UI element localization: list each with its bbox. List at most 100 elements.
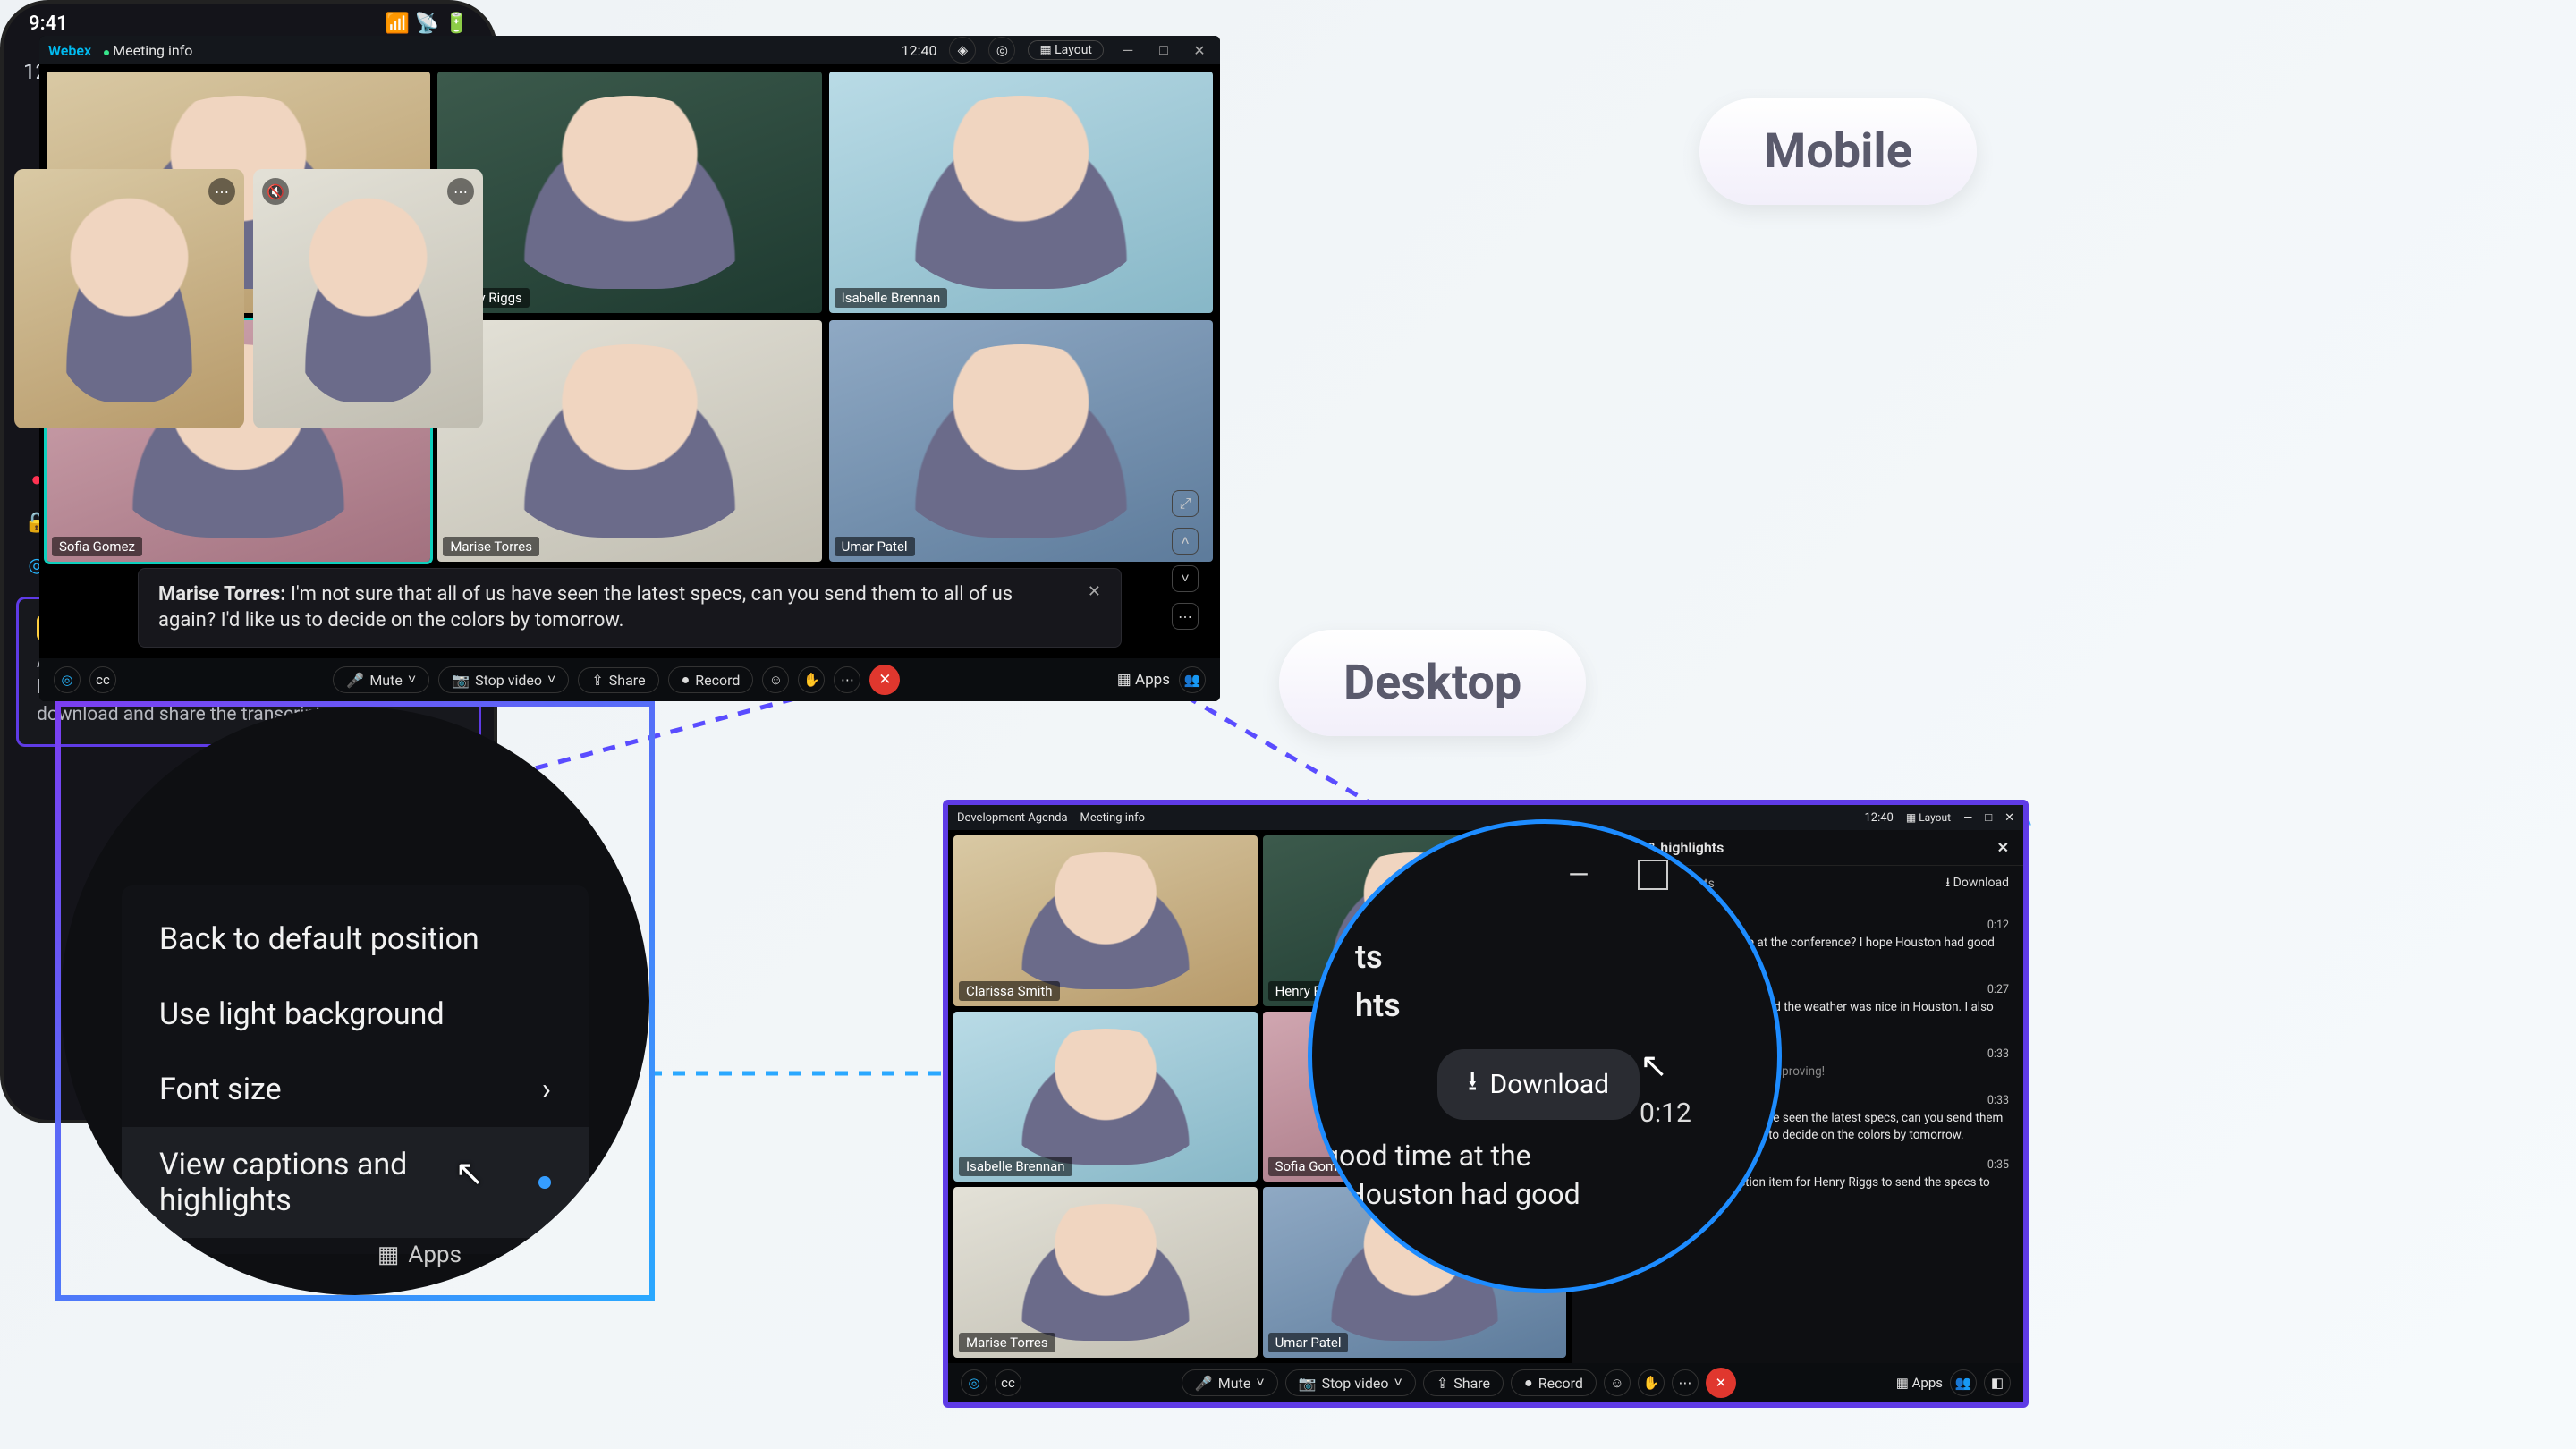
cursor-icon: ↖: [454, 1152, 485, 1194]
video-tile[interactable]: Marise Torres: [437, 320, 821, 562]
muted-icon: 🔇: [262, 178, 289, 205]
stop-video-button[interactable]: 📷 Stop video ˅: [1285, 1369, 1416, 1396]
menu-view-captions-highlights[interactable]: View captions and highlights: [122, 1127, 589, 1238]
video-tile[interactable]: Umar Patel: [829, 320, 1213, 562]
tab-partial: hts: [1355, 987, 1741, 1024]
caption-text: I'm not sure that all of us have seen th…: [158, 583, 1013, 632]
mute-button[interactable]: 🎤 Mute ˅: [333, 666, 429, 693]
more-options-icon[interactable]: ⋯: [834, 666, 860, 693]
reactions-icon[interactable]: ☺: [1604, 1369, 1631, 1396]
cc-toggle-icon[interactable]: cc: [89, 666, 116, 693]
record-button[interactable]: ● Record: [1511, 1369, 1597, 1396]
participant-name: Isabelle Brennan: [959, 1157, 1072, 1176]
download-button-zoom: — ✕ ts hts ⭳ Download ↖ 0:12 good time a…: [1308, 819, 1782, 1293]
panels-icon[interactable]: ◧: [1984, 1369, 2011, 1396]
transcript-timestamp: 0:12: [1640, 1097, 1691, 1129]
video-tile[interactable]: ⋯: [14, 169, 244, 428]
meeting-toolbar: ◎ cc 🎤 Mute ˅ 📷 Stop video ˅ ⇪ Share ● R…: [39, 658, 1220, 701]
menu-back-to-default[interactable]: Back to default position: [122, 902, 589, 977]
end-call-button[interactable]: ✕: [1706, 1368, 1736, 1398]
status-icons: 📶 📡 🔋: [386, 13, 469, 35]
window-maximize[interactable]: □: [1985, 810, 1992, 825]
meeting-toolbar: ◎ cc 🎤 Mute ˅ 📷 Stop video ˅ ⇪ Share ● R…: [948, 1363, 2023, 1402]
caption-side-controls: ⤢ ˄ ˅ ⋯: [1172, 490, 1199, 630]
cc-toggle-icon[interactable]: cc: [995, 1369, 1021, 1396]
video-tile[interactable]: Isabelle Brennan: [953, 1012, 1258, 1182]
participant-name: Clarissa Smith: [959, 981, 1060, 1001]
cursor-icon: ↖: [1640, 1046, 1668, 1086]
app-name: Webex: [48, 42, 91, 59]
raise-hand-icon[interactable]: ✋: [1638, 1369, 1665, 1396]
participant-name: Umar Patel: [1268, 1333, 1349, 1352]
participants-icon[interactable]: 👥: [1950, 1369, 1977, 1396]
entry-time: 0:35: [1987, 1158, 2009, 1172]
entry-time: 0:12: [1987, 919, 2009, 932]
tile-more-icon[interactable]: ⋯: [447, 178, 474, 205]
caption-options-zoom: Back to default position Use light backg…: [55, 701, 655, 1301]
window-minimize-zoom[interactable]: —: [1568, 860, 1589, 895]
entry-time: 0:33: [1987, 1094, 2009, 1107]
menu-font-size[interactable]: Font size›: [122, 1052, 589, 1127]
apps-button[interactable]: ▦ Apps: [1117, 671, 1170, 689]
menu-light-background[interactable]: Use light background: [122, 977, 589, 1052]
mute-button[interactable]: 🎤 Mute ˅: [1182, 1369, 1278, 1396]
assistant-icon[interactable]: ◎: [988, 37, 1015, 64]
download-link[interactable]: ⭳ Download: [1945, 873, 2009, 894]
window-close[interactable]: ✕: [1188, 42, 1211, 59]
header-clock: 12:40: [1864, 811, 1893, 825]
meeting-info-link[interactable]: Meeting info: [1080, 811, 1146, 825]
caption-font-down-icon[interactable]: ˅: [1172, 565, 1199, 592]
video-tile[interactable]: 🔇 ⋯: [253, 169, 483, 428]
mobile-badge: Mobile: [1699, 98, 1977, 205]
share-button[interactable]: ⇪ Share: [1423, 1370, 1504, 1396]
participant-name: Marise Torres: [959, 1333, 1055, 1352]
video-tile[interactable]: Henry Riggs: [437, 72, 821, 313]
video-tile[interactable]: Isabelle Brennan: [829, 72, 1213, 313]
window-maximize-zoom[interactable]: [1638, 860, 1668, 890]
entry-time: 0:33: [1987, 1047, 2009, 1061]
record-button[interactable]: ● Record: [668, 666, 754, 693]
participant-name: Sofia Gomez: [52, 537, 142, 556]
caption-expand-icon[interactable]: ⤢: [1172, 490, 1199, 517]
status-time: 9:41: [29, 13, 68, 35]
tile-more-icon[interactable]: ⋯: [208, 178, 235, 205]
caption-font-up-icon[interactable]: ˄: [1172, 528, 1199, 555]
end-call-button[interactable]: ✕: [869, 665, 900, 695]
entry-time: 0:27: [1987, 983, 2009, 996]
chevron-right-icon: ›: [542, 1072, 551, 1107]
participant-name: Isabelle Brennan: [835, 288, 948, 308]
assistant-toggle-icon[interactable]: ◎: [54, 666, 80, 693]
pane-close-icon[interactable]: ✕: [1997, 839, 2009, 856]
caption-speaker: Marise Torres:: [158, 583, 285, 606]
participant-name: Marise Torres: [443, 537, 539, 556]
share-button[interactable]: ⇪ Share: [578, 667, 658, 693]
window-minimize[interactable]: —: [1963, 811, 1972, 825]
participants-icon[interactable]: 👥: [1179, 666, 1206, 693]
raise-hand-icon[interactable]: ✋: [798, 666, 825, 693]
caption-more-icon[interactable]: ⋯: [1172, 603, 1199, 630]
closed-caption-bar: Marise Torres: I'm not sure that all of …: [138, 568, 1122, 648]
video-tile[interactable]: Marise Torres: [953, 1187, 1258, 1358]
assistant-toggle-icon[interactable]: ◎: [961, 1369, 987, 1396]
apps-button[interactable]: ▦ Apps: [1896, 1375, 1943, 1391]
apps-button-peek[interactable]: ▦ Apps: [377, 1241, 462, 1268]
layout-button[interactable]: ▦ Layout: [1028, 40, 1104, 60]
new-indicator-dot: [538, 1176, 551, 1189]
download-button[interactable]: ⭳ Download: [1437, 1049, 1640, 1120]
stop-video-button[interactable]: 📷 Stop video ˅: [438, 666, 569, 693]
shield-icon[interactable]: ◈: [949, 37, 976, 64]
caption-context-menu: Back to default position Use light backg…: [122, 886, 589, 1254]
more-options-icon[interactable]: ⋯: [1672, 1369, 1699, 1396]
video-tile[interactable]: Clarissa Smith: [953, 835, 1258, 1006]
caption-close-icon[interactable]: ✕: [1088, 581, 1101, 603]
window-maximize[interactable]: □: [1152, 41, 1175, 59]
reactions-icon[interactable]: ☺: [762, 666, 789, 693]
window-minimize[interactable]: —: [1116, 42, 1140, 59]
window-close[interactable]: ✕: [2004, 811, 2014, 825]
app-title: Development Agenda: [957, 811, 1068, 825]
header-clock: 12:40: [902, 42, 937, 59]
meeting-info-link[interactable]: Meeting info: [104, 42, 192, 59]
participant-name: Umar Patel: [835, 537, 915, 556]
layout-button[interactable]: ▦ Layout: [1906, 811, 1951, 824]
pane-title-partial: ts: [1355, 938, 1741, 976]
